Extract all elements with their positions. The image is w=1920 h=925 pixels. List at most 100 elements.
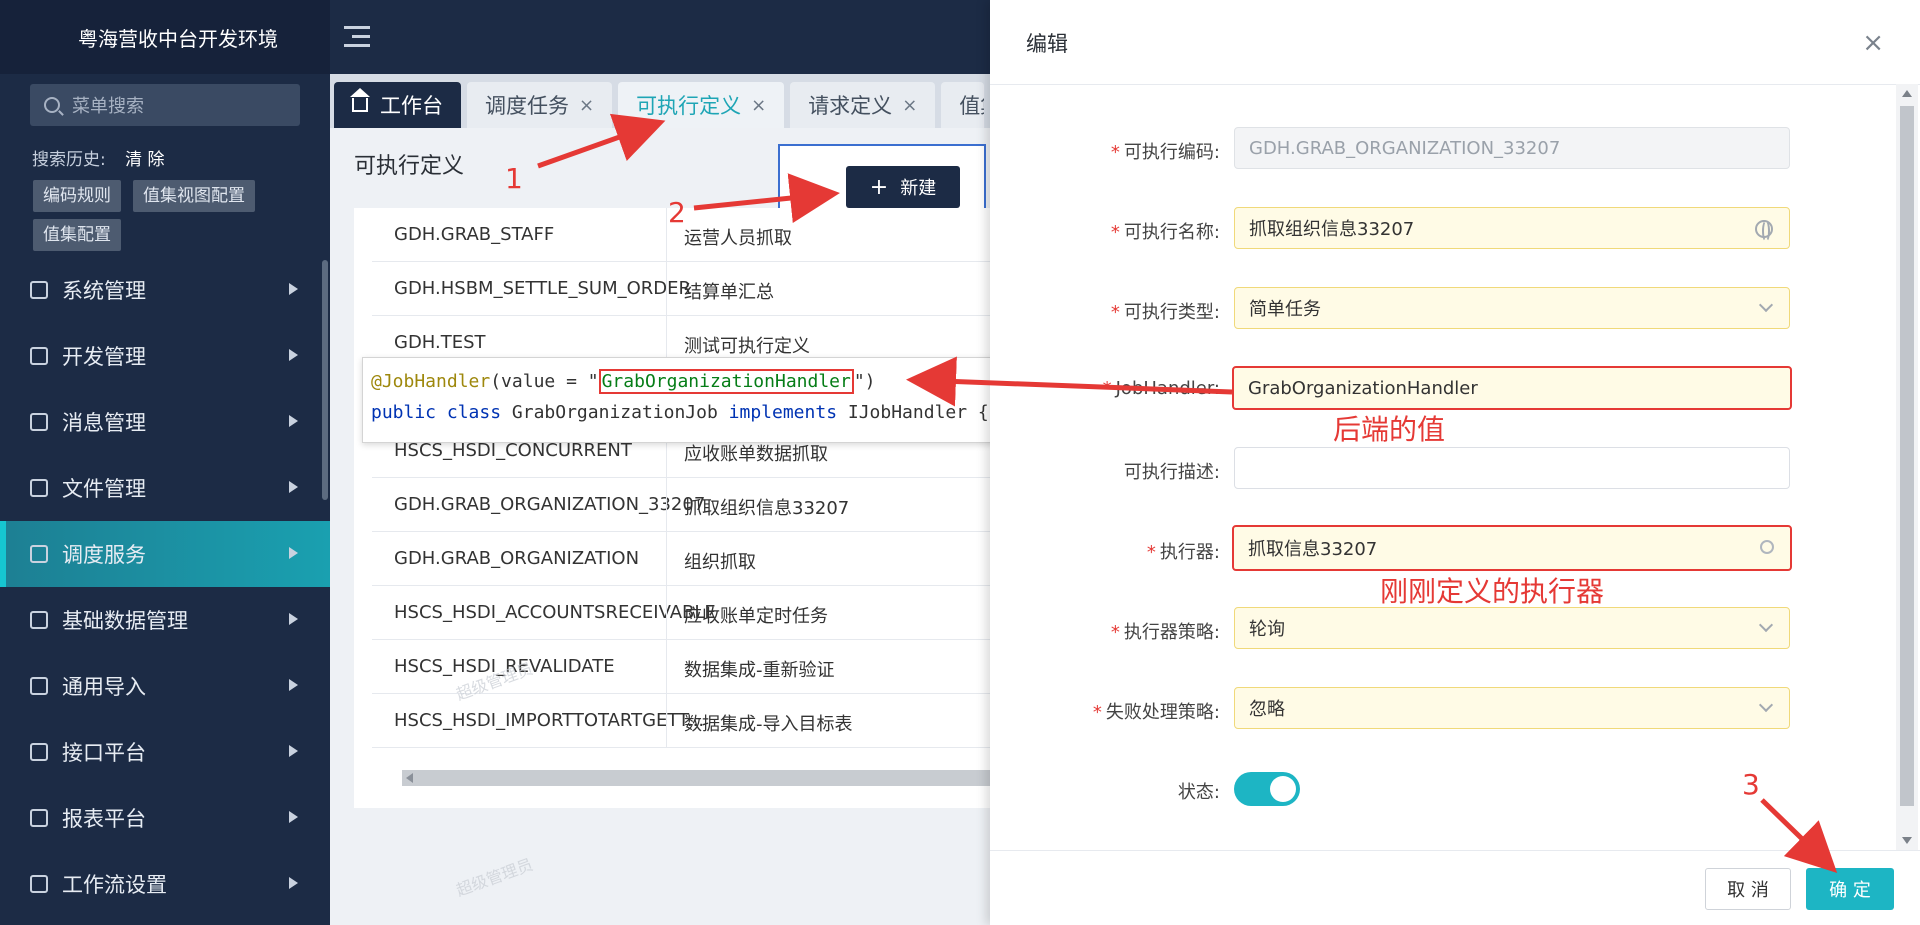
folder-icon [30,479,48,497]
confirm-button[interactable]: 确 定 [1806,868,1894,910]
home-icon [350,88,370,112]
table-row[interactable]: HSCS_HSDI_ACCOUNTSRECEIVABLE 应收账单定时任务 [372,586,990,640]
status-toggle[interactable] [1234,772,1300,806]
search-icon[interactable] [1760,540,1774,554]
tab-valueset[interactable]: 值集配 [941,82,984,128]
history-tag-valueset-view[interactable]: 值集视图配置 [133,180,255,212]
executable-code-input[interactable]: GDH.GRAB_ORGANIZATION_33207 [1234,127,1790,169]
executor-input[interactable]: 抓取信息33207 [1232,525,1792,571]
table-row[interactable]: GDH.GRAB_ORGANIZATION_33207 抓取组织信息33207 [372,478,990,532]
tab-label: 可执行定义 [636,94,742,118]
sidebar-item-message[interactable]: 消息管理 [0,389,330,455]
caret-right-icon [289,811,298,823]
code-snippet: @JobHandler(value = " GrabOrganizationHan… [362,357,1088,443]
tab-request-definition[interactable]: 请求定义 × [790,82,936,128]
message-icon [30,413,48,431]
cell-name: 组织抓取 [684,552,756,573]
workflow-icon [30,875,48,893]
step-number-1: 1 [505,162,523,195]
jobhandler-input[interactable]: GrabOrganizationHandler [1232,366,1792,410]
sidebar-item-dev[interactable]: 开发管理 [0,323,330,389]
type-label: * 可执行类型: [1110,302,1220,323]
close-icon[interactable]: × [579,95,594,116]
sidebar-item-label: 系统管理 [62,279,146,303]
sidebar-item-label: 接口平台 [62,741,146,765]
cell-code: HSCS_HSDI_IMPORTTOTARTGETT... [394,710,705,731]
clear-history-button[interactable]: 清 除 [125,150,164,170]
monitor-icon [30,281,48,299]
code-icon [30,347,48,365]
collapse-menu-icon[interactable] [344,26,370,48]
cancel-button[interactable]: 取 消 [1705,868,1791,910]
sidebar-scrollbar[interactable] [322,260,328,500]
sidebar-item-file[interactable]: 文件管理 [0,455,330,521]
sidebar-item-system[interactable]: 系统管理 [0,257,330,323]
caret-right-icon [289,481,298,493]
caret-right-icon [289,679,298,691]
executable-type-value: 简单任务 [1249,299,1321,320]
sidebar-item-report[interactable]: 报表平台 [0,785,330,851]
executable-name-input[interactable]: 抓取组织信息33207 [1234,207,1790,249]
sidebar-item-label: 消息管理 [62,411,146,435]
code-text: ") [853,371,876,392]
sidebar-item-interface[interactable]: 接口平台 [0,719,330,785]
history-tag-valueset[interactable]: 值集配置 [33,219,121,251]
page-title: 可执行定义 [354,154,465,179]
tab-bar: 工作台 调度任务 × 可执行定义 × 请求定义 × 值集配 [330,74,990,128]
sidebar-item-workflow[interactable]: 工作流设置 [0,851,330,917]
executor-label: * 执行器: [1146,542,1220,563]
close-icon[interactable]: × [751,95,766,116]
step-number-2: 2 [668,196,686,229]
annotation-just-defined-executor: 刚刚定义的执行器 [1380,575,1605,608]
code-keyword: class [446,402,502,423]
executable-type-select[interactable]: 简单任务 [1234,287,1790,329]
scroll-down-icon[interactable] [1902,837,1912,844]
tab-executable-definition[interactable]: 可执行定义 × [618,82,785,128]
caret-right-icon [289,349,298,361]
close-icon[interactable]: × [1862,28,1884,58]
sidebar-item-import[interactable]: 通用导入 [0,653,330,719]
tab-workbench[interactable]: 工作台 [334,82,461,128]
search-history-label: 搜索历史: [32,150,106,170]
import-icon [30,677,48,695]
cell-name: 应收账单数据抓取 [684,444,828,465]
cell-code: GDH.GRAB_ORGANIZATION_33207 [394,494,706,515]
code-keyword: public [371,402,437,423]
close-icon[interactable]: × [902,95,917,116]
caret-right-icon [289,283,298,295]
table-row[interactable]: GDH.HSBM_SETTLE_SUM_ORDER 结算单汇总 [372,262,990,316]
cell-name: 运营人员抓取 [684,228,792,249]
table-horizontal-scrollbar[interactable] [402,770,990,786]
database-icon [30,611,48,629]
drawer-title: 编辑 [1026,32,1068,56]
tab-schedule-task[interactable]: 调度任务 × [467,82,613,128]
executor-strategy-select[interactable]: 轮询 [1234,607,1790,649]
cell-name: 测试可执行定义 [684,336,810,357]
globe-icon[interactable] [1755,220,1773,242]
menu-search-input[interactable]: 菜单搜索 [30,84,300,126]
cell-code: GDH.GRAB_ORGANIZATION [394,548,640,569]
sidebar-item-label: 文件管理 [62,477,146,501]
scroll-left-icon[interactable] [406,773,413,783]
executor-strategy-value: 轮询 [1249,619,1285,640]
menu-search-placeholder: 菜单搜索 [72,96,144,117]
history-tag-coding-rules[interactable]: 编码规则 [33,180,121,212]
cell-name: 应收账单定时任务 [684,606,828,627]
cell-code: HSCS_HSDI_CONCURRENT [394,440,632,461]
search-history: 搜索历史: 清 除 [32,145,165,170]
cell-code: GDH.HSBM_SETTLE_SUM_ORDER [394,278,692,299]
search-icon [44,97,60,113]
fail-strategy-select[interactable]: 忽略 [1234,687,1790,729]
new-button-label: 新建 [900,178,937,199]
sidebar-item-basedata[interactable]: 基础数据管理 [0,587,330,653]
tab-label: 值集配 [959,94,984,118]
sidebar: 粤海营收中台开发环境 菜单搜索 搜索历史: 清 除 编码规则 值集视图配置 值集… [0,0,330,925]
scroll-up-icon[interactable] [1902,90,1912,97]
drawer-scrollbar[interactable] [1896,84,1918,850]
main-content: 可执行定义 + 新建 GDH.GRAB_STAFF 运营人员抓取 GDH.HSBM_… [330,128,990,925]
new-button[interactable]: + 新建 [846,166,960,208]
sidebar-item-scheduler[interactable]: 调度服务 [0,521,330,587]
table-row[interactable]: GDH.GRAB_ORGANIZATION 组织抓取 [372,532,990,586]
chevron-down-icon [1758,297,1774,313]
executable-description-input[interactable] [1234,447,1790,489]
